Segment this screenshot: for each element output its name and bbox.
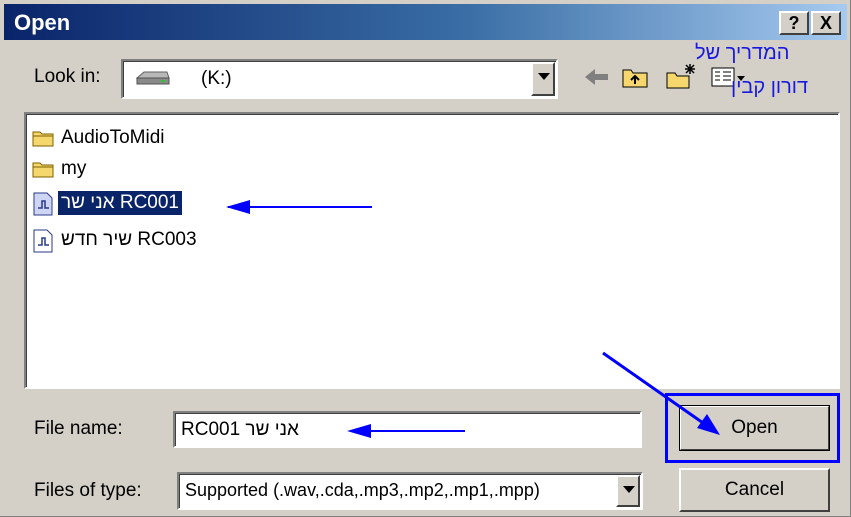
look-in-combobox[interactable]: (K:) xyxy=(121,59,558,99)
watermark-line-2: דורון קבין xyxy=(731,76,809,98)
file-name-label: RC003 שיר חדש xyxy=(61,229,197,250)
list-item-folder-my[interactable]: my xyxy=(32,154,89,184)
cancel-button[interactable]: Cancel xyxy=(679,468,830,512)
audio-file-icon xyxy=(32,192,54,216)
window-title: Open xyxy=(14,10,71,35)
up-folder-icon[interactable] xyxy=(620,60,650,94)
list-item-rc001[interactable]: RC001 אני שר xyxy=(32,188,182,218)
list-item-folder-audiotomidi[interactable]: AudioToMidi xyxy=(32,123,168,153)
folder-icon xyxy=(32,127,54,149)
close-button[interactable]: X xyxy=(811,11,841,35)
folder-icon xyxy=(32,158,54,180)
file-name-label: File name: xyxy=(34,418,123,439)
files-of-type-label: Files of type: xyxy=(34,480,142,501)
look-in-dropdown-button[interactable] xyxy=(531,62,555,96)
look-in-label: Look in: xyxy=(34,66,101,87)
new-folder-icon[interactable] xyxy=(664,60,698,94)
back-arrow-icon[interactable] xyxy=(582,60,612,94)
file-name-label: RC001 אני שר xyxy=(58,191,182,215)
file-list[interactable]: AudioToMidi my RC001 אני שר RC003 שיר חד… xyxy=(24,112,840,389)
file-name-value: RC001 אני שר xyxy=(181,419,299,440)
file-name-label: my xyxy=(61,158,87,179)
highlight-frame xyxy=(665,393,840,463)
files-of-type-value: Supported (.wav,.cda,.mp3,.mp2,.mp1,.mpp… xyxy=(185,480,540,500)
list-item-rc003[interactable]: RC003 שיר חדש xyxy=(32,225,200,255)
open-dialog: Open ? X Look in: (K:) המדריך של דורון ק… xyxy=(0,0,851,517)
file-name-label: AudioToMidi xyxy=(61,127,165,148)
title-bar[interactable]: Open ? X xyxy=(4,4,847,40)
help-button[interactable]: ? xyxy=(779,11,809,35)
drive-icon xyxy=(135,68,171,93)
watermark-line-1: המדריך של xyxy=(695,42,790,64)
look-in-value: (K:) xyxy=(201,68,232,89)
file-name-input[interactable]: RC001 אני שר xyxy=(173,411,642,448)
files-of-type-select[interactable]: Supported (.wav,.cda,.mp3,.mp2,.mp1,.mpp… xyxy=(177,472,643,510)
files-of-type-dropdown-button[interactable] xyxy=(616,475,640,507)
audio-file-icon xyxy=(32,229,54,253)
